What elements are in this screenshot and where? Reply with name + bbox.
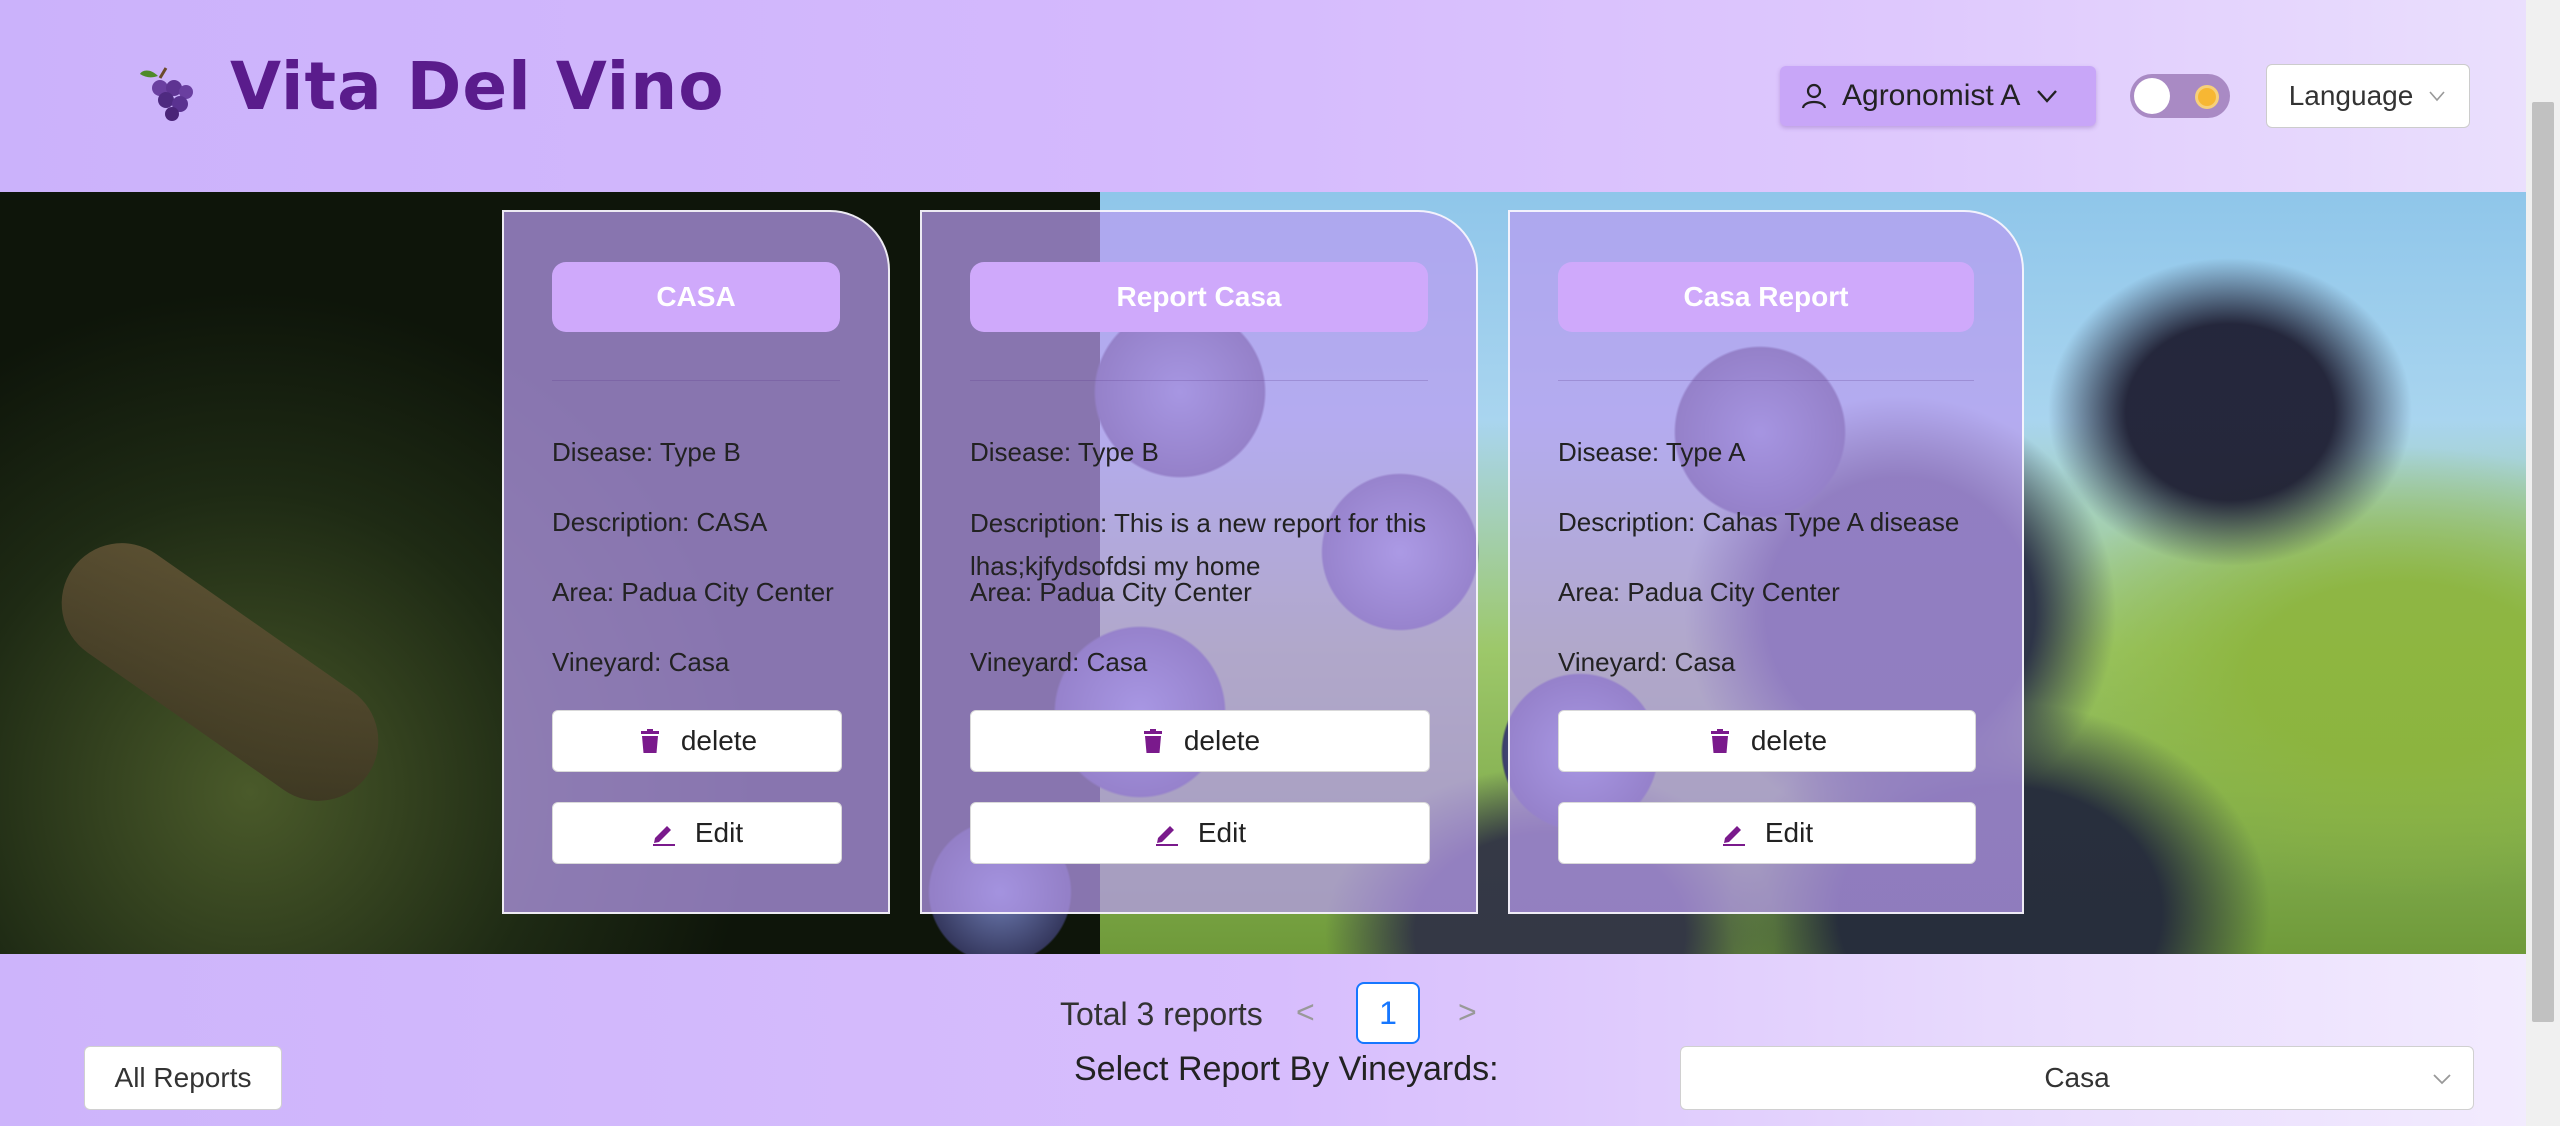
delete-label: delete bbox=[1183, 725, 1261, 756]
report-vineyard: Vineyard: Casa bbox=[552, 647, 730, 677]
report-area: Area: Padua City Center bbox=[552, 577, 834, 607]
delete-button[interactable]: delete bbox=[552, 710, 842, 772]
page-1-button[interactable]: 1 bbox=[1356, 982, 1420, 1044]
all-reports-button[interactable]: All Reports bbox=[84, 1046, 282, 1110]
edit-label: Edit bbox=[1764, 817, 1814, 848]
total-reports-text: Total 3 reports bbox=[1060, 996, 1263, 1032]
selected-vineyard: Casa bbox=[2044, 1062, 2110, 1093]
report-disease: Disease: Type A bbox=[1558, 437, 1746, 467]
trash-icon bbox=[1143, 729, 1162, 753]
vineyard-select[interactable]: Casa bbox=[1680, 1046, 2474, 1110]
user-menu-button[interactable]: Agronomist A bbox=[1780, 66, 2096, 126]
report-title: CASA bbox=[552, 262, 840, 332]
next-page-button[interactable]: > bbox=[1458, 994, 1477, 1031]
pencil-icon bbox=[652, 826, 675, 846]
scrollbar-thumb[interactable] bbox=[2532, 102, 2554, 1022]
report-description: Description: CASA bbox=[552, 507, 768, 537]
delete-label: delete bbox=[680, 725, 758, 756]
edit-label: Edit bbox=[1197, 817, 1247, 848]
chevron-down-icon bbox=[2037, 90, 2058, 103]
page-scrollbar[interactable] bbox=[2526, 0, 2560, 1126]
edit-label: Edit bbox=[694, 817, 744, 848]
delete-button[interactable]: delete bbox=[1558, 710, 1976, 772]
language-label: Language bbox=[2288, 80, 2414, 111]
report-description: Description: Cahas Type A disease bbox=[1558, 507, 1960, 537]
delete-button[interactable]: delete bbox=[970, 710, 1430, 772]
edit-button[interactable]: Edit bbox=[552, 802, 842, 864]
report-disease: Disease: Type B bbox=[970, 437, 1159, 467]
report-card: CASA Disease: Type B Description: CASA A… bbox=[502, 210, 890, 914]
delete-label: delete bbox=[1750, 725, 1828, 756]
grapes-icon bbox=[140, 67, 193, 121]
toggle-knob bbox=[2134, 78, 2170, 114]
pencil-icon bbox=[1722, 826, 1745, 846]
pencil-icon bbox=[1155, 826, 1178, 846]
vineyard-select-label: Select Report By Vineyards: bbox=[1074, 1050, 1499, 1088]
report-title: Report Casa bbox=[970, 262, 1428, 332]
user-icon bbox=[1801, 83, 1827, 109]
report-title: Casa Report bbox=[1558, 262, 1974, 332]
sun-icon bbox=[2198, 88, 2216, 106]
report-area: Area: Padua City Center bbox=[1558, 577, 1840, 607]
chevron-down-icon bbox=[2433, 1074, 2451, 1085]
edit-button[interactable]: Edit bbox=[1558, 802, 1976, 864]
chevron-down-icon bbox=[2429, 91, 2445, 102]
trash-icon bbox=[640, 729, 659, 753]
edit-button[interactable]: Edit bbox=[970, 802, 1430, 864]
report-card: Casa Report Disease: Type A Description:… bbox=[1508, 210, 2024, 914]
report-card: Report Casa Disease: Type B Description:… bbox=[920, 210, 1478, 914]
user-name: Agronomist A bbox=[1842, 79, 2021, 112]
trash-icon bbox=[1710, 729, 1729, 753]
language-select[interactable]: Language bbox=[2266, 64, 2470, 128]
report-area: Area: Padua City Center bbox=[970, 577, 1252, 607]
report-disease: Disease: Type B bbox=[552, 437, 741, 467]
report-vineyard: Vineyard: Casa bbox=[1558, 647, 1736, 677]
card-divider bbox=[1558, 380, 1974, 381]
card-divider bbox=[552, 380, 840, 381]
app-title: Vita Del Vino bbox=[230, 48, 725, 125]
top-header: Vita Del Vino Agronomist A Language bbox=[0, 0, 2526, 192]
theme-toggle[interactable] bbox=[2130, 74, 2230, 118]
card-divider bbox=[970, 380, 1428, 381]
previous-page-button[interactable]: < bbox=[1296, 994, 1315, 1031]
report-vineyard: Vineyard: Casa bbox=[970, 647, 1148, 677]
